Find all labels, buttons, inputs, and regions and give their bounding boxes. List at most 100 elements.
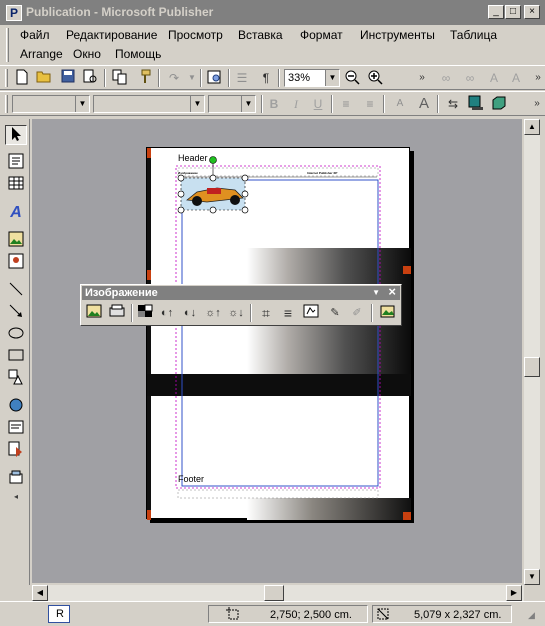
scroll-right-icon[interactable]: ▶	[506, 585, 522, 601]
select-pointer-icon[interactable]	[5, 125, 27, 145]
justify-icon[interactable]: ≡	[360, 95, 380, 113]
3d-style-icon[interactable]	[489, 95, 509, 113]
vertical-scroll-thumb[interactable]	[524, 357, 540, 377]
toolbar-overflow-icon[interactable]: »	[527, 95, 545, 113]
link-icon[interactable]: ∞	[436, 69, 456, 87]
rectangle-icon[interactable]	[5, 347, 27, 367]
zoom-out-icon[interactable]	[342, 69, 362, 87]
scroll-left-icon[interactable]: ◀	[32, 585, 48, 601]
chevron-down-icon[interactable]: ▼	[182, 69, 202, 87]
table-icon[interactable]	[5, 175, 27, 195]
scan-icon[interactable]	[107, 304, 127, 322]
text-wrapping-icon[interactable]	[301, 304, 321, 322]
color-icon[interactable]	[135, 304, 155, 322]
zoom-in-icon[interactable]	[365, 69, 385, 87]
toolbar-overflow-icon[interactable]: »	[528, 69, 545, 87]
menu-insert[interactable]: Вставка	[238, 28, 283, 42]
font-combo[interactable]: ▼	[93, 95, 205, 113]
publisher-icon[interactable]: P	[6, 5, 22, 21]
horizontal-scroll-thumb[interactable]	[264, 585, 284, 601]
open-icon[interactable]	[34, 69, 54, 87]
format-painter-icon[interactable]	[134, 69, 154, 87]
print-preview-icon[interactable]	[80, 69, 100, 87]
reset-picture-icon[interactable]	[377, 304, 397, 322]
text-effect-icon[interactable]: A	[484, 69, 504, 87]
chevron-down-icon[interactable]: ▼	[75, 96, 89, 112]
insert-picture-icon[interactable]	[205, 69, 225, 87]
line-icon[interactable]	[5, 281, 27, 301]
bold-icon[interactable]: B	[264, 95, 284, 113]
scroll-down-icon[interactable]: ▼	[524, 569, 540, 585]
chevron-down-icon[interactable]: ▼	[372, 286, 380, 300]
menu-edit[interactable]: Редактирование	[66, 28, 157, 42]
chevron-down-icon[interactable]: ▼	[325, 70, 339, 86]
left-edge-bar	[147, 148, 151, 520]
right-edge-accent	[403, 266, 411, 274]
underline-icon[interactable]: U	[308, 95, 328, 113]
crop-icon[interactable]: ⌗	[256, 304, 276, 322]
save-icon[interactable]	[58, 69, 78, 87]
horizontal-scrollbar[interactable]: ◀ ▶	[32, 585, 524, 601]
unlink-icon[interactable]: ∞	[460, 69, 480, 87]
copy-icon[interactable]	[110, 69, 130, 87]
chevron-down-icon[interactable]: ▼	[190, 96, 204, 112]
page-navigator[interactable]: R	[48, 605, 70, 623]
resize-grip-icon[interactable]: ◢	[528, 610, 535, 621]
more-contrast-icon[interactable]: ◐↑	[157, 304, 177, 322]
autoshapes-icon[interactable]	[5, 369, 27, 389]
menu-format[interactable]: Формат	[300, 28, 343, 42]
columns-icon[interactable]: ☰	[232, 69, 252, 87]
menu-grip[interactable]	[6, 28, 9, 62]
hot-spot-icon[interactable]	[5, 397, 27, 417]
toolbar-grip[interactable]	[5, 69, 8, 87]
minimize-button[interactable]: _	[488, 5, 504, 19]
more-brightness-icon[interactable]: ☼↑	[203, 304, 223, 322]
align-center-icon[interactable]: ≡	[336, 95, 356, 113]
chevron-down-icon[interactable]: ▼	[241, 96, 255, 112]
chevron-left-icon[interactable]: ◂	[5, 487, 27, 507]
menu-table[interactable]: Таблица	[450, 28, 497, 42]
format-picture-icon[interactable]: ✎	[325, 304, 345, 322]
pilcrow-icon[interactable]: ¶	[256, 69, 276, 87]
zoom-combo[interactable]: 33% ▼	[284, 69, 340, 87]
close-icon[interactable]: ×	[388, 285, 396, 299]
menu-file[interactable]: Файл	[20, 28, 50, 42]
style-combo[interactable]: ▼	[12, 95, 90, 113]
html-fragment-icon[interactable]	[5, 441, 27, 461]
line-style-icon[interactable]: ≡	[278, 304, 298, 322]
arrow-icon[interactable]	[5, 303, 27, 323]
vertical-scrollbar[interactable]: ▲ ▼	[524, 119, 540, 585]
wordart-icon[interactable]: A	[5, 203, 27, 223]
less-contrast-icon[interactable]: ◐↓	[180, 304, 200, 322]
less-brightness-icon[interactable]: ☼↓	[226, 304, 246, 322]
increase-font-icon[interactable]: A	[414, 95, 434, 113]
menu-help[interactable]: Помощь	[115, 47, 161, 61]
maximize-button[interactable]: □	[505, 5, 521, 19]
picture-frame-icon[interactable]	[5, 231, 27, 251]
clip-art-icon[interactable]	[5, 253, 27, 273]
shadow-icon[interactable]	[466, 95, 486, 113]
menu-view[interactable]: Просмотр	[168, 28, 223, 42]
decrease-font-icon[interactable]: A	[390, 95, 410, 113]
close-button[interactable]: ×	[524, 5, 540, 19]
menu-arrange[interactable]: Arrange	[20, 47, 63, 61]
publication-page[interactable]: Header Footer Изображение Internet Publi…	[146, 147, 411, 520]
toolbar-grip[interactable]	[5, 95, 8, 113]
font-color-icon[interactable]: A	[506, 69, 526, 87]
oval-icon[interactable]	[5, 325, 27, 345]
font-size-combo[interactable]: ▼	[208, 95, 256, 113]
italic-icon[interactable]: I	[286, 95, 306, 113]
set-transparent-color-icon[interactable]: ✐	[347, 304, 367, 322]
menu-tools[interactable]: Инструменты	[360, 28, 435, 42]
arrow-style-icon[interactable]: ⇆	[443, 95, 463, 113]
menu-window[interactable]: Окно	[73, 47, 101, 61]
new-icon[interactable]	[12, 69, 32, 87]
scroll-up-icon[interactable]: ▲	[524, 119, 540, 135]
insert-picture-icon[interactable]	[84, 304, 104, 322]
text-box-icon[interactable]	[5, 153, 27, 173]
form-control-icon[interactable]	[5, 419, 27, 439]
toolbar-overflow-icon[interactable]: »	[412, 69, 432, 87]
picture-toolbar-title[interactable]: Изображение ▼ ×	[82, 285, 400, 300]
redo-icon[interactable]: ↷	[164, 69, 184, 87]
design-gallery-icon[interactable]	[5, 469, 27, 489]
